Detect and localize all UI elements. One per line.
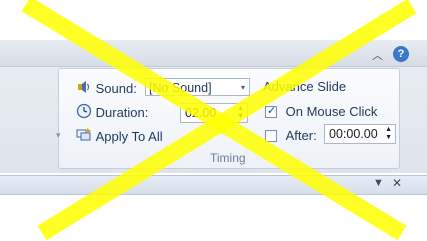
sound-dropdown[interactable]: [No Sound] ▾ xyxy=(145,78,250,96)
apply-slides-icon xyxy=(76,127,92,146)
sound-row: Sound: xyxy=(76,79,137,98)
after-label: After: xyxy=(285,128,317,144)
spin-arrows-icon[interactable]: ▲ ▼ xyxy=(237,105,244,121)
clock-icon xyxy=(76,103,92,122)
sound-icon xyxy=(76,79,92,98)
after-row: After: xyxy=(265,127,317,143)
after-checkbox[interactable] xyxy=(265,129,277,142)
ribbon-title-strip xyxy=(0,42,427,67)
close-icon[interactable]: ✕ xyxy=(392,176,402,190)
duration-spinner[interactable]: 02.00 ▲ ▼ xyxy=(180,103,248,123)
on-mouse-click-checkbox[interactable] xyxy=(265,104,277,118)
timing-group-label: Timing xyxy=(210,151,246,165)
task-pane-bar xyxy=(0,175,427,195)
after-spinner[interactable]: 00:00.00 ▲ ▼ xyxy=(324,124,396,144)
chevron-up-icon[interactable]: ︿ xyxy=(372,47,383,63)
on-mouse-click-row[interactable]: On Mouse Click xyxy=(265,103,377,119)
on-mouse-click-label: On Mouse Click xyxy=(285,104,378,120)
advance-slide-heading: Advance Slide xyxy=(263,79,347,94)
after-value: 00:00.00 xyxy=(329,127,378,141)
duration-label: Duration: xyxy=(95,105,149,120)
scroll-left-icon[interactable]: ▾ xyxy=(56,130,61,141)
sound-label: Sound: xyxy=(95,81,137,96)
chevron-down-icon: ▾ xyxy=(240,83,245,92)
duration-value: 02.00 xyxy=(185,106,217,120)
sound-value: [No Sound] xyxy=(149,81,212,95)
apply-to-all-button[interactable]: Apply To All xyxy=(76,127,163,146)
triangle-down-icon[interactable]: ▼ xyxy=(373,177,384,189)
duration-row: Duration: xyxy=(76,103,148,122)
apply-to-all-label: Apply To All xyxy=(95,129,163,144)
help-button[interactable]: ? xyxy=(393,46,409,62)
spin-arrows-icon[interactable]: ▲ ▼ xyxy=(385,126,392,142)
